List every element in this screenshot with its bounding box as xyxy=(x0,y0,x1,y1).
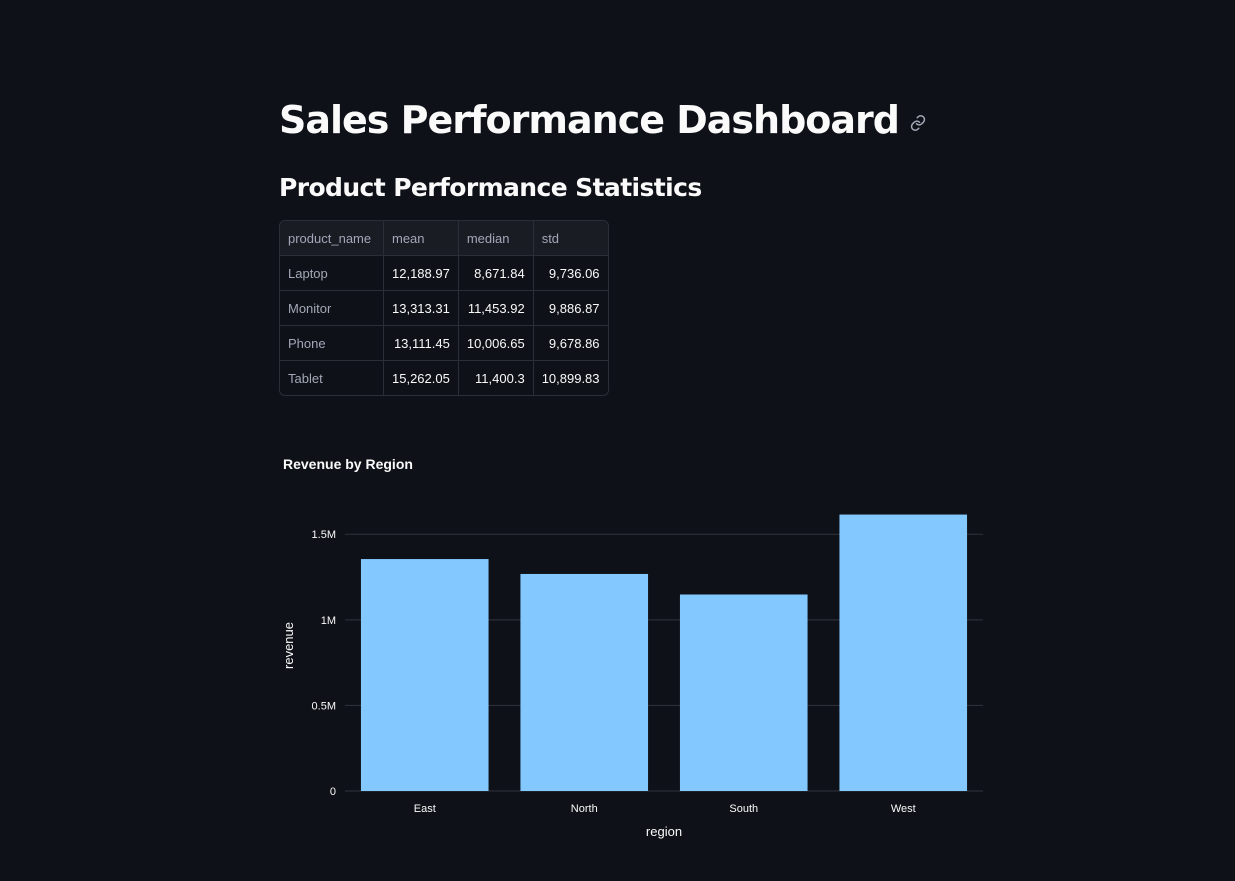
table-row: Tablet 15,262.05 11,400.3 10,899.83 xyxy=(280,360,608,396)
table-cell[interactable]: 15,262.05 xyxy=(383,360,459,395)
y-tick-label: 0.5M xyxy=(312,700,336,712)
y-tick-label: 1M xyxy=(321,615,336,627)
x-tick-label: South xyxy=(729,803,758,815)
column-header[interactable]: product_name xyxy=(280,221,384,256)
table-row: Phone 13,111.45 10,006.65 9,678.86 xyxy=(280,325,608,361)
bar[interactable] xyxy=(679,594,808,791)
y-tick-label: 0 xyxy=(330,786,336,798)
title-row: Sales Performance Dashboard xyxy=(279,92,927,148)
table-cell[interactable]: 13,111.45 xyxy=(383,325,459,361)
table-header-row: product_name mean median std xyxy=(280,221,608,256)
stats-table[interactable]: product_name mean median std Laptop 12,1… xyxy=(279,220,609,396)
column-header[interactable]: mean xyxy=(383,221,459,256)
table-cell[interactable]: 8,671.84 xyxy=(458,255,534,291)
x-axis-title: region xyxy=(646,824,682,839)
table-cell[interactable]: 11,453.92 xyxy=(458,290,534,326)
table-row: Monitor 13,313.31 11,453.92 9,886.87 xyxy=(280,290,608,326)
table-cell[interactable]: 10,899.83 xyxy=(533,361,607,396)
stats-heading: Product Performance Statistics xyxy=(279,173,702,202)
revenue-bar-chart[interactable]: 0 0.5M 1M 1.5M East North South West region reven… xyxy=(279,480,989,850)
page-title: Sales Performance Dashboard xyxy=(279,98,900,142)
bar[interactable] xyxy=(839,514,968,791)
table-cell[interactable]: Laptop xyxy=(280,255,384,291)
link-icon[interactable] xyxy=(909,114,927,132)
y-axis-title: revenue xyxy=(281,622,296,669)
table-cell[interactable]: Tablet xyxy=(280,360,384,395)
column-header[interactable]: std xyxy=(533,221,608,256)
column-header[interactable]: median xyxy=(458,221,534,256)
y-tick-label: 1.5M xyxy=(312,529,336,541)
table-cell[interactable]: 9,736.06 xyxy=(533,255,608,291)
table-cell[interactable]: 9,678.86 xyxy=(533,325,608,361)
table-cell[interactable]: Monitor xyxy=(280,290,384,326)
table-cell[interactable]: 12,188.97 xyxy=(383,255,459,291)
table-cell[interactable]: 13,313.31 xyxy=(383,290,459,326)
table-cell[interactable]: Phone xyxy=(280,325,384,361)
chart-title: Revenue by Region xyxy=(283,456,413,472)
table-cell[interactable]: 9,886.87 xyxy=(533,290,608,326)
bar[interactable] xyxy=(360,559,489,791)
x-tick-label: East xyxy=(414,803,436,815)
bar[interactable] xyxy=(520,573,649,791)
table-cell[interactable]: 10,006.65 xyxy=(458,325,534,361)
table-row: Laptop 12,188.97 8,671.84 9,736.06 xyxy=(280,255,608,291)
x-tick-label: North xyxy=(571,803,598,815)
table-cell[interactable]: 11,400.3 xyxy=(458,360,534,395)
x-tick-label: West xyxy=(891,803,916,815)
